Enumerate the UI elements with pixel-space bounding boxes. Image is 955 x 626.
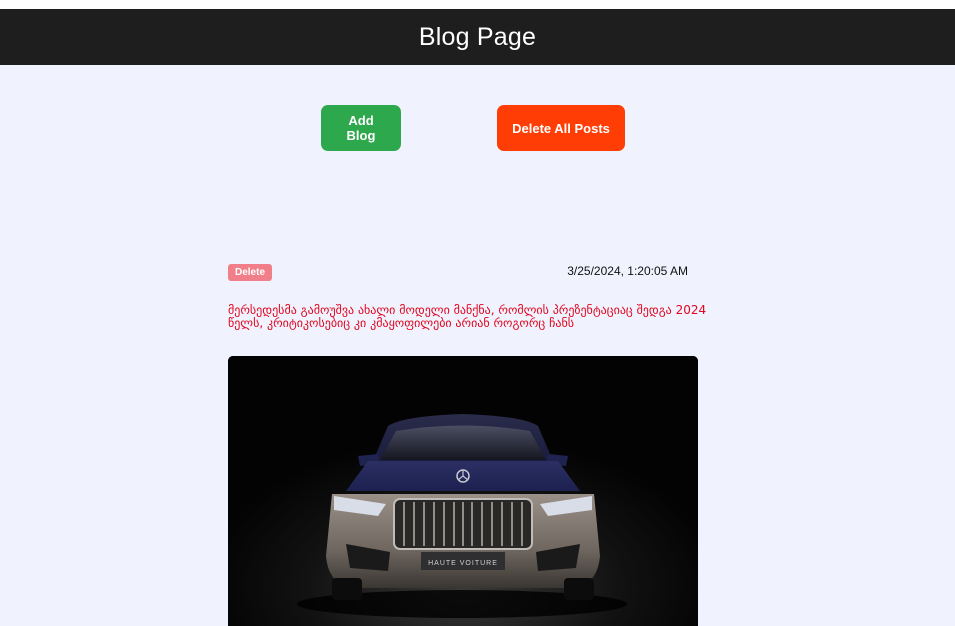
post-text: მერსედესმა გამოუშვა ახალი მოდელი მანქნა,… <box>228 303 707 330</box>
license-plate-text: HAUTE VOITURE <box>428 560 498 567</box>
page-header: Blog Page <box>0 9 955 65</box>
page-title: Blog Page <box>418 22 537 51</box>
top-strip <box>0 0 955 9</box>
delete-all-posts-button[interactable]: Delete All Posts <box>497 105 625 151</box>
add-blog-button[interactable]: Add Blog <box>321 105 401 151</box>
car-photo: HAUTE VOITURE <box>228 356 698 626</box>
add-blog-button-label: Add Blog <box>346 113 376 143</box>
delete-post-button[interactable]: Delete <box>228 264 272 281</box>
delete-all-posts-button-label: Delete All Posts <box>512 120 610 136</box>
post-timestamp: 3/25/2024, 1:20:05 AM <box>567 264 688 278</box>
post-image: HAUTE VOITURE <box>228 356 698 626</box>
